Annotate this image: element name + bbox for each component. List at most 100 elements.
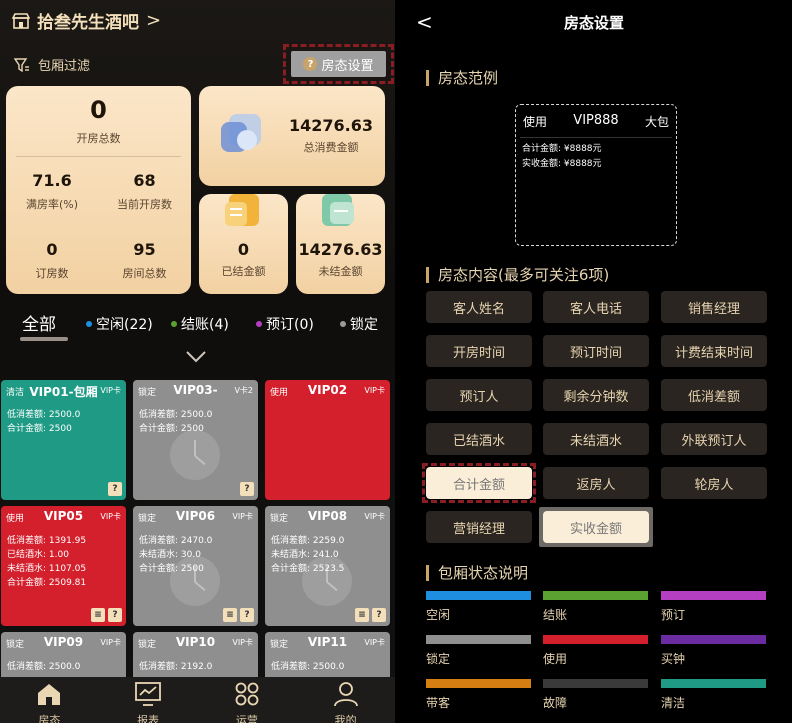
room-detail-line: 低消差额: 2500.0	[7, 662, 81, 672]
content-chip[interactable]: 客人姓名	[426, 291, 532, 323]
content-chip[interactable]: 返房人	[543, 467, 649, 499]
room-card[interactable]: 锁定 VIP08 VIP卡 低消差额: 2259.0 未结酒水: 241.0 合计金额: …	[265, 506, 390, 626]
legend-item: 空闲	[426, 591, 531, 623]
room-details: 低消差额: 2470.0 未结酒水: 30.0 合计金额: 2500	[139, 534, 212, 576]
nav-mine[interactable]: 我的	[296, 677, 395, 723]
room-card[interactable]: 锁定 VIP03- V卡2 低消差额: 2500.0 合计金额: 2500?	[133, 380, 258, 500]
room-type: VIP卡	[232, 638, 253, 647]
legend-item: 锁定	[426, 635, 531, 667]
tab-booked[interactable]: 预订(0)	[256, 314, 314, 334]
legend-swatch	[426, 591, 531, 600]
help-icon[interactable]: ?	[240, 482, 254, 496]
clock-icon	[170, 430, 220, 480]
legend-label: 买钟	[661, 652, 686, 666]
room-detail-line: 低消差额: 2192.0	[139, 662, 213, 672]
list-icon[interactable]: ≡	[91, 608, 105, 622]
room-detail-line: 已结酒水: 1.00	[7, 550, 69, 560]
tab-checkout[interactable]: 结账(4)	[171, 314, 229, 334]
room-card[interactable]: 锁定 VIP06 VIP卡 低消差额: 2470.0 未结酒水: 30.0 合计金额: 2…	[133, 506, 258, 626]
room-card[interactable]: 使用 VIP02 VIP卡	[265, 380, 390, 500]
help-icon[interactable]: ?	[108, 482, 122, 496]
tab-all[interactable]: 全部	[22, 310, 56, 335]
room-header: 使用 VIP05 VIP卡	[1, 506, 126, 528]
content-chip[interactable]: 销售经理	[661, 291, 767, 323]
nav-operation[interactable]: 运营	[198, 677, 297, 723]
legend-label: 结账	[543, 608, 568, 622]
home-icon	[38, 684, 61, 705]
room-type: VIP卡	[232, 512, 253, 521]
content-chip[interactable]: 客人电话	[543, 291, 649, 323]
section-content: 房态内容(最多可关注6项)	[426, 264, 609, 285]
stat-full-rate: 71.6 满房率(%)	[25, 171, 79, 211]
content-chip[interactable]: 预订人	[426, 379, 532, 411]
sample-room-type: 大包	[644, 115, 669, 129]
content-chip[interactable]: 低消差额	[661, 379, 767, 411]
list-icon[interactable]: ≡	[223, 608, 237, 622]
content-chip[interactable]: 轮房人	[661, 467, 767, 499]
status-dot	[86, 321, 92, 327]
room-header: 锁定 VIP09 VIP卡	[1, 632, 126, 654]
room-type: VIP卡	[100, 386, 121, 395]
room-details: 低消差额: 1391.95 已结酒水: 1.00 未结酒水: 1107.05 合计金额…	[7, 534, 86, 590]
content-chip[interactable]: 实收金额	[543, 511, 649, 543]
content-chip[interactable]: 外联预订人	[661, 423, 767, 455]
room-detail-line: 未结酒水: 1107.05	[7, 564, 87, 574]
legend-swatch	[661, 635, 766, 644]
content-chip[interactable]: 预订时间	[543, 335, 649, 367]
legend-label: 清洁	[661, 696, 686, 710]
help-icon[interactable]: ?	[372, 608, 386, 622]
room-details: 低消差额: 2500.0	[271, 660, 344, 674]
room-type: VIP卡	[364, 638, 385, 647]
room-setting-button[interactable]: ? 房态设置	[291, 51, 386, 77]
room-setting-highlight: ? 房态设置	[283, 44, 394, 84]
content-chip[interactable]: 计费结束时间	[661, 335, 767, 367]
content-chip[interactable]: 剩余分钟数	[543, 379, 649, 411]
room-type: VIP卡	[364, 386, 385, 395]
legend-label: 预订	[661, 608, 686, 622]
legend-item: 预订	[661, 591, 766, 623]
filter-label: 包厢过滤	[38, 59, 91, 74]
list-icon[interactable]: ≡	[355, 608, 369, 622]
room-card[interactable]: 清洁 VIP01-包厢 VIP卡 低消差额: 2500.0 合计金额: 2500?	[1, 380, 126, 500]
room-type: VIP卡	[100, 638, 121, 647]
help-icon: ?	[303, 57, 318, 71]
room-detail-line: 低消差额: 2500.0	[139, 410, 213, 420]
chevron-right-icon: >	[146, 10, 162, 31]
room-card[interactable]: 使用 VIP05 VIP卡 低消差额: 1391.95 已结酒水: 1.00 未结酒水: …	[1, 506, 126, 626]
help-icon[interactable]: ?	[108, 608, 122, 622]
user-icon	[333, 682, 358, 707]
room-detail-line: 合计金额: 2509.81	[7, 578, 87, 588]
content-chip[interactable]: 开房时间	[426, 335, 532, 367]
sample-line-received: 实收金额: ¥8888元	[522, 159, 602, 169]
cube-icon	[221, 114, 261, 152]
chevron-down-icon[interactable]	[185, 350, 207, 364]
legend-swatch	[661, 591, 766, 600]
legend-swatch	[426, 679, 531, 688]
tab-locked[interactable]: 锁定	[340, 314, 378, 334]
content-chip[interactable]: 合计金额	[426, 467, 532, 499]
content-chip[interactable]: 未结酒水	[543, 423, 649, 455]
content-chip[interactable]: 营销经理	[426, 511, 532, 543]
legend-label: 故障	[543, 696, 568, 710]
room-filter-button[interactable]: 包厢过滤	[14, 55, 90, 74]
sample-line-total: 合计金额: ¥8888元	[522, 144, 602, 154]
page-title: 房态设置	[563, 14, 624, 32]
room-setting-label: 房态设置	[321, 58, 374, 74]
content-chip[interactable]: 已结酒水	[426, 423, 532, 455]
nav-room-status[interactable]: 房态	[0, 677, 99, 723]
legend-swatch	[661, 679, 766, 688]
stats-card-settled: 0 已结金额	[199, 194, 288, 294]
store-selector[interactable]: 拾叁先生酒吧 >	[12, 8, 161, 33]
nav-report[interactable]: 报表	[99, 677, 198, 723]
room-type: VIP卡	[100, 512, 121, 521]
room-detail-line: 合计金额: 2500	[7, 424, 72, 434]
stat-open-rooms: 0 开房总数	[76, 96, 121, 145]
room-details: 低消差额: 2259.0 未结酒水: 241.0 合计金额: 2523.5	[271, 534, 344, 576]
legend-label: 空闲	[426, 608, 451, 622]
tab-idle[interactable]: 空闲(22)	[86, 314, 153, 334]
room-header: 清洁 VIP01-包厢 VIP卡	[1, 380, 126, 402]
help-icon[interactable]: ?	[240, 608, 254, 622]
wallet-icon	[322, 194, 354, 226]
stat-current-open: 68 当前开房数	[117, 171, 172, 211]
room-detail-line: 低消差额: 2259.0	[271, 536, 345, 546]
